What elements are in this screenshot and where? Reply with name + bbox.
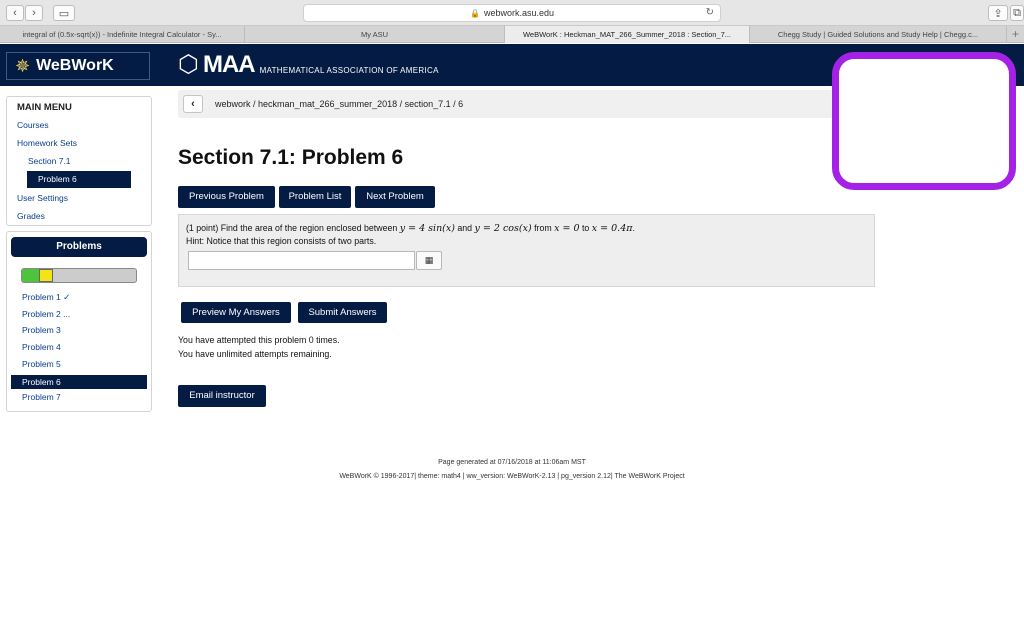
attempts-remaining-text: You have unlimited attempts remaining. [178, 349, 332, 359]
progress-correct [22, 269, 39, 282]
problem-text-from: from [531, 223, 555, 233]
forward-arrow-icon[interactable]: › [25, 5, 43, 21]
maa-text: MAA [202, 51, 256, 78]
previous-problem-button[interactable]: Previous Problem [178, 186, 275, 208]
breadcrumb: ‹ webwork / heckman_mat_266_summer_2018 … [178, 90, 875, 118]
problem-link-7[interactable]: Problem 7 [22, 392, 61, 402]
problem-statement: (1 point) Find the area of the region en… [186, 223, 635, 234]
back-arrow-icon[interactable]: ‹ [6, 5, 24, 21]
problem-link-6[interactable]: Problem 6 [11, 375, 147, 389]
browser-toolbar: ‹ › ▭ 🔒 webwork.asu.edu ↻ ⇪ ⧉ [0, 0, 1024, 26]
sidebar-item-homework-sets[interactable]: Homework Sets [17, 138, 77, 148]
reload-icon[interactable]: ↻ [706, 7, 714, 18]
problem-text-and: and [454, 223, 475, 233]
page-title: Section 7.1: Problem 6 [178, 146, 404, 169]
attempts-count-text: You have attempted this problem 0 times. [178, 335, 340, 345]
star-logo-icon: ✵ [15, 55, 31, 76]
equation-y-cos: y = 2 cos(x) [474, 223, 532, 234]
tab-chegg[interactable]: Chegg Study | Guided Solutions and Study… [750, 26, 1007, 43]
maa-icosahedron-icon: ⬡ [178, 51, 199, 78]
problem-link-3[interactable]: Problem 3 [22, 325, 61, 335]
problems-panel-title: Problems [11, 237, 147, 257]
footer-generated: Page generated at 07/16/2018 at 11:06am … [438, 459, 586, 466]
annotation-overlay-box [832, 52, 1016, 190]
equation-y-sin: y = 4 sin(x) [399, 223, 455, 234]
main-menu: MAIN MENU Courses Homework Sets Section … [6, 96, 152, 226]
problem-link-4[interactable]: Problem 4 [22, 342, 61, 352]
sidebar-item-section[interactable]: Section 7.1 [28, 156, 71, 166]
share-icon[interactable]: ⇪ [988, 5, 1008, 21]
tab-integral-calculator[interactable]: integral of (0.5x-sqrt(x)) - Indefinite … [0, 26, 245, 43]
equation-editor-icon[interactable]: ▦ [416, 251, 442, 270]
equation-upper-bound: x = 0.4π [591, 223, 633, 234]
webwork-logo[interactable]: ✵ WeBWorK [6, 52, 150, 80]
url-bar[interactable]: 🔒 webwork.asu.edu ↻ [303, 4, 721, 22]
sidebar-item-grades[interactable]: Grades [17, 211, 45, 221]
problem-link-1[interactable]: Problem 1 ✓ [22, 292, 70, 303]
breadcrumb-path[interactable]: webwork / heckman_mat_266_summer_2018 / … [215, 99, 463, 109]
problems-panel: Problems Problem 1 ✓ Problem 2 ... Probl… [6, 231, 152, 412]
submit-answers-button[interactable]: Submit Answers [298, 302, 387, 323]
sidebar-item-current-problem[interactable]: Problem 6 [27, 171, 131, 188]
problem-link-2[interactable]: Problem 2 ... [22, 309, 70, 319]
next-problem-button[interactable]: Next Problem [355, 186, 435, 208]
new-tab-icon[interactable]: + [1007, 26, 1024, 42]
problem-text-prefix: (1 point) Find the area of the region en… [186, 223, 400, 233]
tab-webwork[interactable]: WeBWorK : Heckman_MAT_266_Summer_2018 : … [505, 26, 750, 43]
equation-lower-bound: x = 0 [554, 223, 580, 234]
maa-subtitle: MATHEMATICAL ASSOCIATION OF AMERICA [259, 66, 439, 75]
logo-text: WeBWorK [36, 57, 114, 74]
problem-body: (1 point) Find the area of the region en… [178, 214, 875, 287]
sidebar-toggle-icon[interactable]: ▭ [53, 5, 75, 21]
maa-logo[interactable]: ⬡ MAA MATHEMATICAL ASSOCIATION OF AMERIC… [178, 52, 439, 78]
breadcrumb-back-button[interactable]: ‹ [183, 95, 203, 113]
tab-my-asu[interactable]: My ASU [245, 26, 505, 43]
tabs-overview-icon[interactable]: ⧉ [1010, 5, 1024, 21]
tab-strip: integral of (0.5x-sqrt(x)) - Indefinite … [0, 26, 1024, 43]
sidebar-item-user-settings[interactable]: User Settings [17, 193, 68, 203]
main-menu-title: MAIN MENU [17, 102, 72, 113]
lock-icon: 🔒 [469, 8, 480, 18]
problem-text-end: . [632, 223, 635, 233]
problem-list-button[interactable]: Problem List [279, 186, 351, 208]
url-text: webwork.asu.edu [483, 8, 554, 18]
email-instructor-button[interactable]: Email instructor [178, 385, 266, 407]
problem-hint: Hint: Notice that this region consists o… [186, 236, 377, 246]
problem-text-to: to [579, 223, 592, 233]
problem-link-5[interactable]: Problem 5 [22, 359, 61, 369]
preview-answers-button[interactable]: Preview My Answers [181, 302, 291, 323]
sidebar-item-courses[interactable]: Courses [17, 120, 49, 130]
progress-partial [39, 269, 53, 282]
progress-bar [21, 268, 137, 283]
footer-credits: WeBWorK © 1996-2017| theme: math4 | ww_v… [339, 473, 685, 480]
answer-input[interactable] [188, 251, 415, 270]
